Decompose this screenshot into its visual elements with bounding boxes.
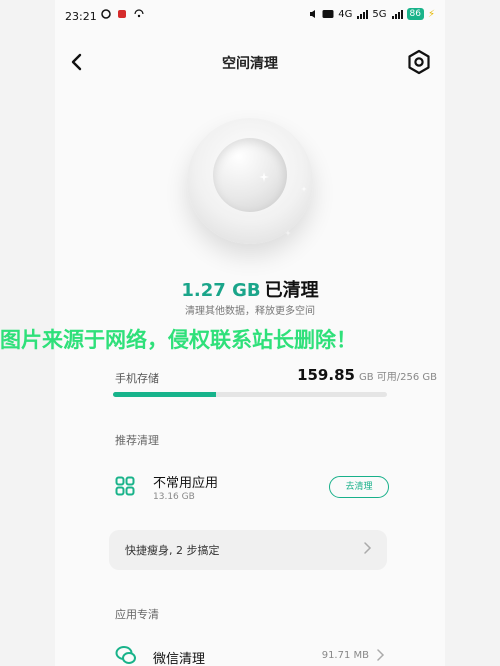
settings-gear-icon[interactable]: [405, 48, 433, 76]
chevron-right-icon: [377, 649, 385, 661]
signal-icon-2: [391, 10, 403, 19]
wechat-clean-size: 91.71 MB: [321, 650, 369, 661]
sparkle-icon: [259, 172, 269, 182]
cleaning-illustration: [187, 118, 313, 244]
unused-apps-name: 不常用应用: [153, 476, 219, 491]
recommend-section-title: 推荐清理: [115, 434, 159, 447]
cleaned-summary: 1.27 GB 已清理: [55, 276, 445, 302]
app-notification-icon: [118, 10, 126, 18]
storage-progress-fill: [113, 392, 217, 397]
hd-icon: [322, 10, 334, 18]
signal-icon: [357, 10, 369, 19]
storage-available: 159.85: [297, 366, 355, 384]
sparkle-icon: [285, 230, 291, 236]
go-clean-button[interactable]: 去清理: [329, 476, 389, 498]
cleaned-label: 已清理: [264, 280, 319, 301]
apps-grid-icon: [115, 476, 135, 496]
wechat-icon: [115, 646, 136, 664]
chevron-right-icon: [364, 542, 372, 554]
sparkle-icon: [301, 186, 307, 192]
notification-icon: [101, 9, 111, 19]
app-clean-section-title: 应用专清: [115, 608, 159, 621]
wechat-clean-name: 微信清理: [153, 652, 206, 666]
wechat-clean-row[interactable]: 微信清理 91.71 MB: [107, 638, 389, 666]
network-4g-label: 4G: [338, 8, 353, 20]
charging-icon: ⚡: [427, 8, 435, 20]
network-5g-label: 5G: [372, 8, 387, 20]
storage-unit: GB 可用/256 GB: [358, 372, 437, 383]
battery-indicator: 86: [406, 8, 424, 20]
cleaned-subtitle: 清理其他数据，释放更多空间: [185, 306, 315, 317]
silent-icon: [310, 10, 316, 18]
cleaned-size: 1.27 GB: [181, 280, 261, 301]
unused-apps-row[interactable]: 不常用应用 13.16 GB 去清理: [107, 466, 389, 518]
bowl-inner: [213, 138, 307, 212]
quick-slim-card[interactable]: 快捷瘦身, 2 步搞定: [109, 530, 387, 570]
page-title: 空间清理: [222, 56, 278, 72]
watermark-text: 图片来源于网络，侵权联系站长删除！: [0, 328, 357, 352]
unused-apps-size: 13.16 GB: [153, 492, 195, 502]
hotspot-icon: [134, 9, 144, 18]
top-bar: 空间清理: [55, 44, 445, 80]
quick-slim-text: 快捷瘦身, 2 步搞定: [125, 544, 220, 557]
storage-value: 159.85 GB 可用/256 GB: [297, 366, 437, 384]
status-right: 4G 5G 86 ⚡: [308, 8, 435, 20]
status-left-icons: [101, 9, 145, 19]
storage-label: 手机存储: [115, 372, 159, 385]
status-bar: 23:21 4G 5G 86 ⚡: [55, 0, 445, 32]
status-time: 23:21: [65, 10, 97, 23]
storage-progress-bar: [113, 392, 387, 397]
